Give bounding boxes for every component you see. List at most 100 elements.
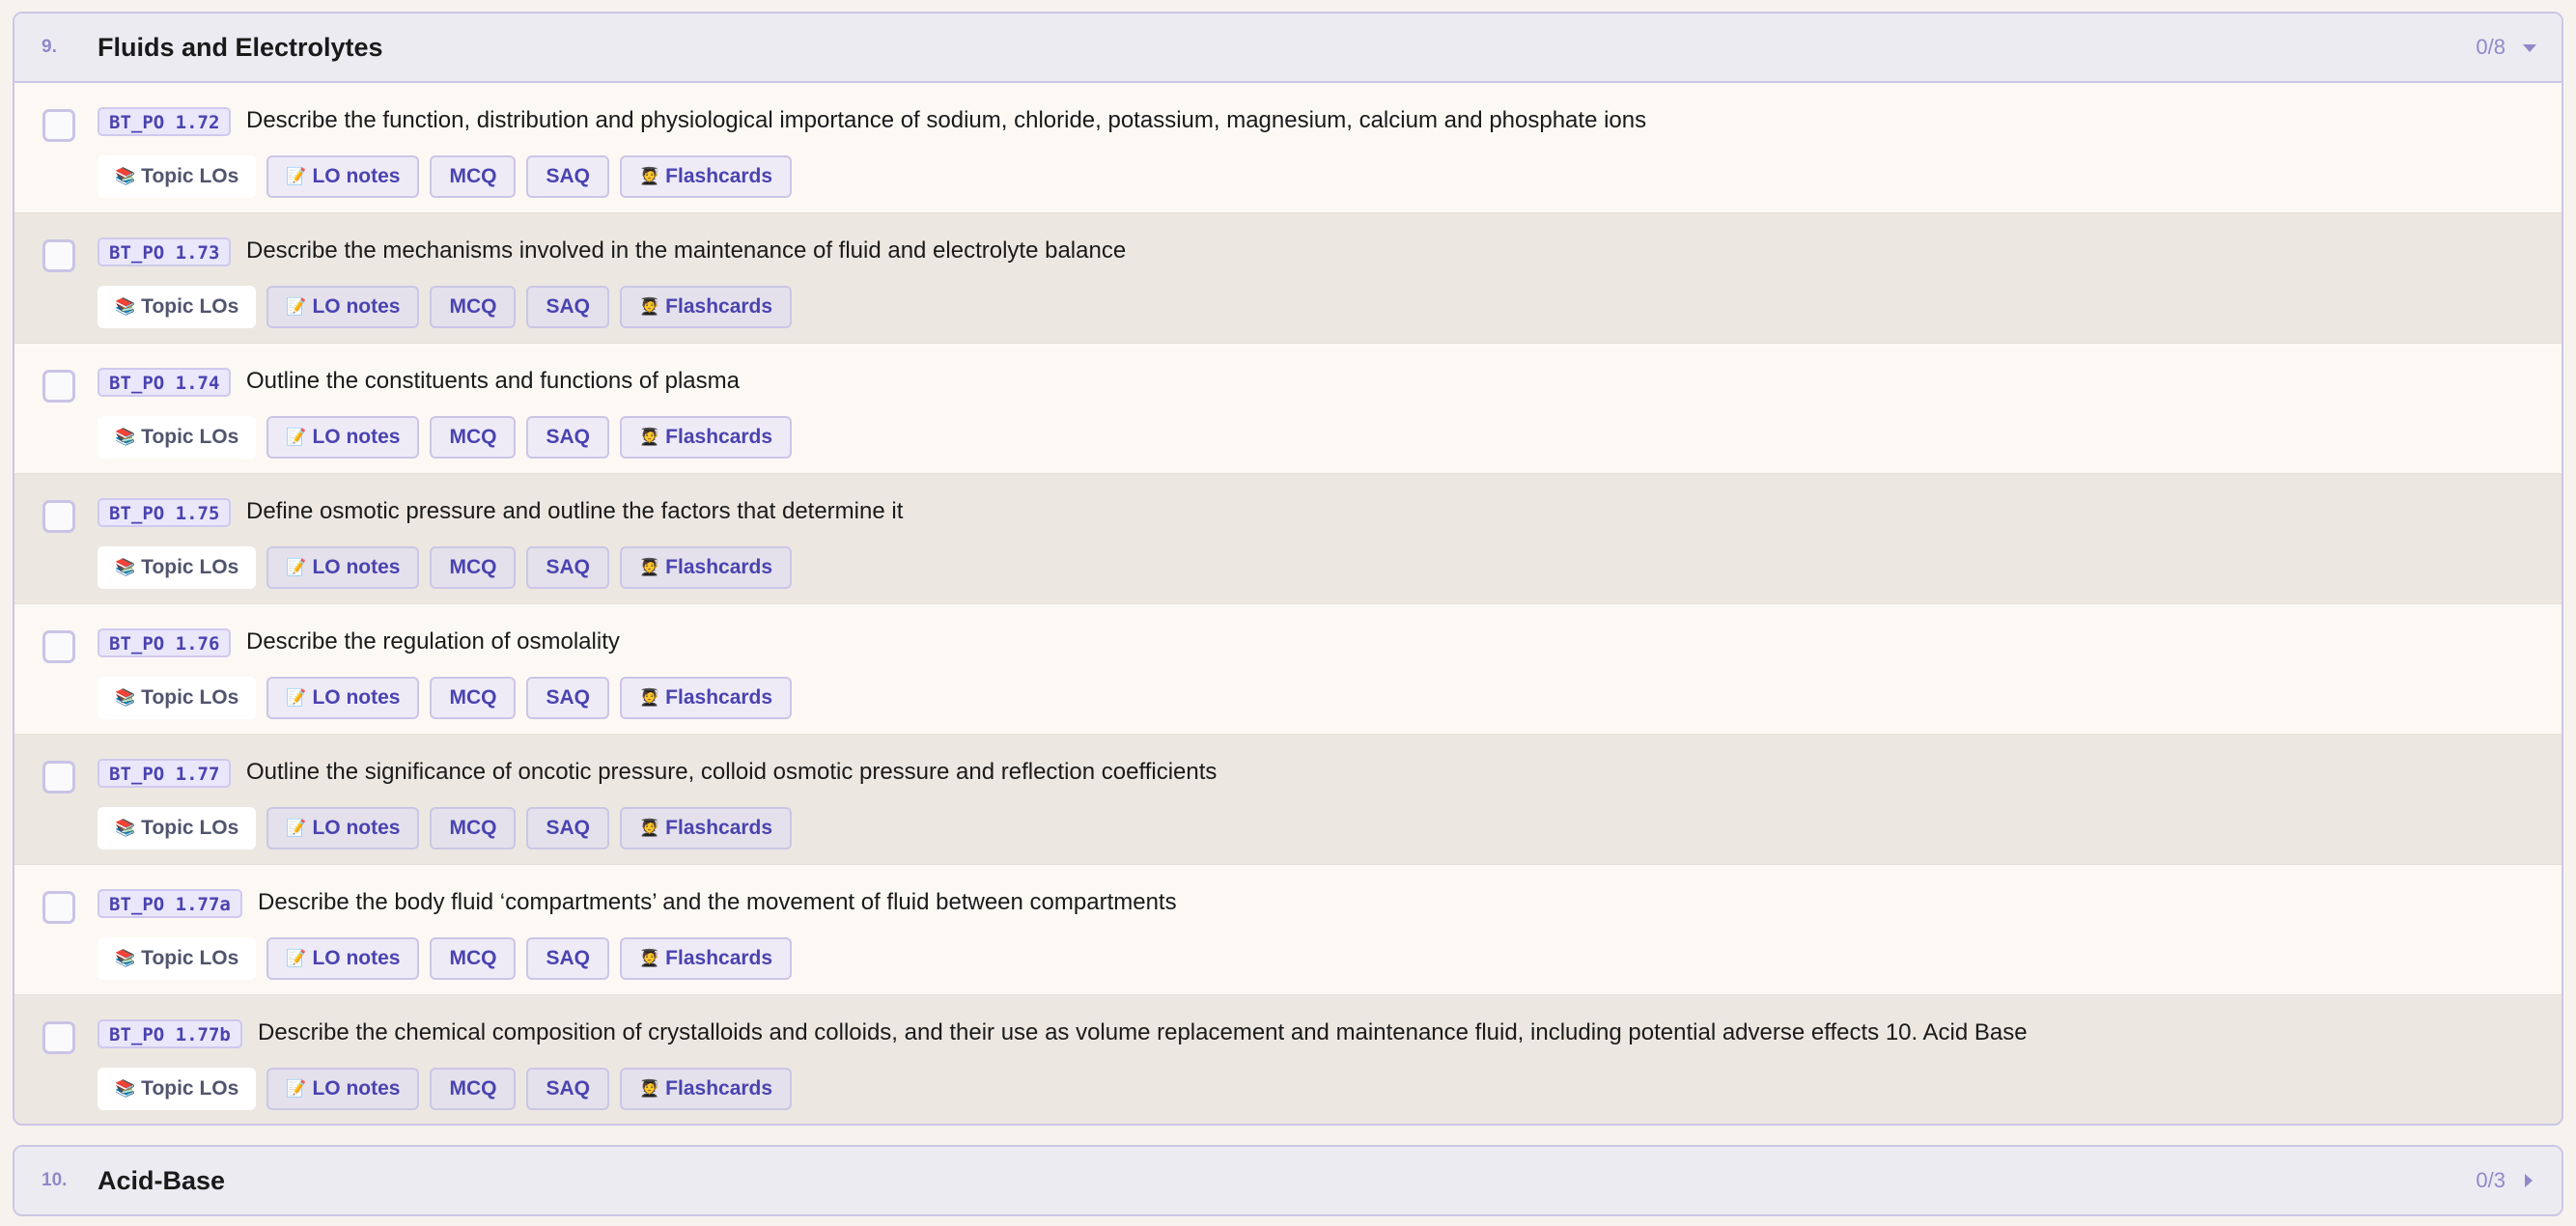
section-progress-count: 0/3 bbox=[2476, 1168, 2506, 1192]
mcq-button[interactable]: MCQ bbox=[430, 937, 517, 980]
topic-los-button[interactable]: 📚 Topic LOs bbox=[98, 155, 257, 198]
chevron-right-icon[interactable] bbox=[2525, 1174, 2533, 1187]
saq-button[interactable]: SAQ bbox=[526, 677, 609, 719]
topic-los-button[interactable]: 📚 Topic LOs bbox=[98, 937, 257, 980]
lo-resource-links: 📚 Topic LOs 📝 LO notes MCQ SAQ 🧑‍🎓 Flashcards bbox=[98, 286, 793, 328]
lo-notes-button[interactable]: 📝 LO notes bbox=[266, 937, 420, 980]
memo-icon: 📝 bbox=[286, 167, 307, 185]
mcq-button[interactable]: MCQ bbox=[430, 807, 517, 850]
lo-checkbox[interactable] bbox=[42, 630, 75, 663]
topic-los-button[interactable]: 📚 Topic LOs bbox=[98, 677, 257, 719]
button-label: SAQ bbox=[546, 295, 590, 318]
saq-button[interactable]: SAQ bbox=[526, 286, 609, 328]
flashcards-button[interactable]: 🧑‍🎓 Flashcards bbox=[620, 155, 793, 198]
button-label: LO notes bbox=[312, 556, 401, 578]
lo-checkbox[interactable] bbox=[42, 1021, 75, 1054]
section-fluids-and-electrolytes: 9. Fluids and Electrolytes 0/8 BT_PO 1.7… bbox=[13, 12, 2563, 1126]
lo-checkbox[interactable] bbox=[42, 370, 75, 403]
button-label: Topic LOs bbox=[141, 556, 239, 578]
lo-description: Describe the mechanisms involved in the … bbox=[246, 237, 1127, 264]
button-label: Topic LOs bbox=[141, 947, 239, 969]
memo-icon: 📝 bbox=[286, 558, 307, 576]
lo-notes-button[interactable]: 📝 LO notes bbox=[266, 286, 420, 328]
button-label: Topic LOs bbox=[141, 817, 239, 839]
lo-code-badge: BT_PO 1.75 bbox=[98, 498, 232, 527]
flashcards-button[interactable]: 🧑‍🎓 Flashcards bbox=[620, 677, 793, 719]
memo-icon: 📝 bbox=[286, 819, 307, 837]
section-header[interactable]: 10. Acid-Base 0/3 bbox=[14, 1147, 2562, 1214]
lo-checkbox[interactable] bbox=[42, 500, 75, 533]
button-label: Topic LOs bbox=[141, 165, 239, 187]
lo-notes-button[interactable]: 📝 LO notes bbox=[266, 155, 420, 198]
lo-row: BT_PO 1.72 Describe the function, distrib… bbox=[14, 83, 2562, 213]
lo-resource-links: 📚 Topic LOs 📝 LO notes MCQ SAQ 🧑‍🎓 Flashcards bbox=[98, 807, 793, 850]
books-icon: 📚 bbox=[115, 428, 136, 446]
saq-button[interactable]: SAQ bbox=[526, 416, 609, 459]
saq-button[interactable]: SAQ bbox=[526, 155, 609, 198]
button-label: MCQ bbox=[449, 295, 497, 318]
lo-row: BT_PO 1.76 Describe the regulation of osm… bbox=[14, 604, 2562, 735]
mcq-button[interactable]: MCQ bbox=[430, 546, 517, 589]
flashcards-button[interactable]: 🧑‍🎓 Flashcards bbox=[620, 416, 793, 459]
button-label: SAQ bbox=[546, 817, 590, 839]
flashcards-button[interactable]: 🧑‍🎓 Flashcards bbox=[620, 546, 793, 589]
books-icon: 📚 bbox=[115, 297, 136, 316]
button-label: Flashcards bbox=[665, 947, 773, 969]
mcq-button[interactable]: MCQ bbox=[430, 286, 517, 328]
lo-checkbox[interactable] bbox=[42, 239, 75, 272]
mcq-button[interactable]: MCQ bbox=[430, 1068, 517, 1110]
button-label: MCQ bbox=[449, 556, 497, 578]
student-icon: 🧑‍🎓 bbox=[639, 949, 660, 967]
button-label: LO notes bbox=[312, 1077, 401, 1100]
lo-notes-button[interactable]: 📝 LO notes bbox=[266, 546, 420, 589]
flashcards-button[interactable]: 🧑‍🎓 Flashcards bbox=[620, 807, 793, 850]
section-title: Fluids and Electrolytes bbox=[98, 32, 383, 62]
button-label: LO notes bbox=[312, 426, 401, 448]
section-header[interactable]: 9. Fluids and Electrolytes 0/8 bbox=[14, 14, 2562, 83]
saq-button[interactable]: SAQ bbox=[526, 937, 609, 980]
mcq-button[interactable]: MCQ bbox=[430, 677, 517, 719]
button-label: Flashcards bbox=[665, 556, 773, 578]
student-icon: 🧑‍🎓 bbox=[639, 1079, 660, 1098]
lo-row: BT_PO 1.77a Describe the body fluid ‘comp… bbox=[14, 865, 2562, 995]
saq-button[interactable]: SAQ bbox=[526, 1068, 609, 1110]
lo-row: BT_PO 1.77b Describe the chemical composi… bbox=[14, 995, 2562, 1124]
lo-list: BT_PO 1.72 Describe the function, distrib… bbox=[14, 83, 2562, 1124]
button-label: Topic LOs bbox=[141, 1077, 239, 1100]
mcq-button[interactable]: MCQ bbox=[430, 155, 517, 198]
lo-checkbox[interactable] bbox=[42, 761, 75, 794]
lo-code-badge: BT_PO 1.77a bbox=[98, 889, 242, 918]
saq-button[interactable]: SAQ bbox=[526, 546, 609, 589]
lo-description: Outline the significance of oncotic pres… bbox=[246, 759, 1218, 785]
saq-button[interactable]: SAQ bbox=[526, 807, 609, 850]
topic-los-button[interactable]: 📚 Topic LOs bbox=[98, 546, 257, 589]
flashcards-button[interactable]: 🧑‍🎓 Flashcards bbox=[620, 937, 793, 980]
lo-resource-links: 📚 Topic LOs 📝 LO notes MCQ SAQ 🧑‍🎓 Flashcards bbox=[98, 416, 793, 459]
lo-resource-links: 📚 Topic LOs 📝 LO notes MCQ SAQ 🧑‍🎓 Flashcards bbox=[98, 677, 793, 719]
topic-los-button[interactable]: 📚 Topic LOs bbox=[98, 1068, 257, 1110]
books-icon: 📚 bbox=[115, 167, 136, 185]
topic-los-button[interactable]: 📚 Topic LOs bbox=[98, 807, 257, 850]
button-label: Flashcards bbox=[665, 295, 773, 318]
flashcards-button[interactable]: 🧑‍🎓 Flashcards bbox=[620, 286, 793, 328]
lo-notes-button[interactable]: 📝 LO notes bbox=[266, 1068, 420, 1110]
section-title: Acid-Base bbox=[98, 1165, 226, 1195]
lo-row: BT_PO 1.73 Describe the mechanisms involv… bbox=[14, 213, 2562, 344]
button-label: Flashcards bbox=[665, 426, 773, 448]
topic-los-button[interactable]: 📚 Topic LOs bbox=[98, 416, 257, 459]
button-label: MCQ bbox=[449, 165, 497, 187]
lo-description: Define osmotic pressure and outline the … bbox=[246, 498, 904, 524]
topic-los-button[interactable]: 📚 Topic LOs bbox=[98, 286, 257, 328]
lo-notes-button[interactable]: 📝 LO notes bbox=[266, 416, 420, 459]
chevron-down-icon[interactable] bbox=[2523, 44, 2536, 52]
lo-notes-button[interactable]: 📝 LO notes bbox=[266, 807, 420, 850]
flashcards-button[interactable]: 🧑‍🎓 Flashcards bbox=[620, 1068, 793, 1110]
button-label: SAQ bbox=[546, 686, 590, 709]
lo-checkbox[interactable] bbox=[42, 109, 75, 142]
mcq-button[interactable]: MCQ bbox=[430, 416, 517, 459]
books-icon: 📚 bbox=[115, 949, 136, 967]
lo-resource-links: 📚 Topic LOs 📝 LO notes MCQ SAQ 🧑‍🎓 Flashcards bbox=[98, 155, 793, 198]
lo-notes-button[interactable]: 📝 LO notes bbox=[266, 677, 420, 719]
lo-checkbox[interactable] bbox=[42, 891, 75, 924]
button-label: MCQ bbox=[449, 1077, 497, 1100]
